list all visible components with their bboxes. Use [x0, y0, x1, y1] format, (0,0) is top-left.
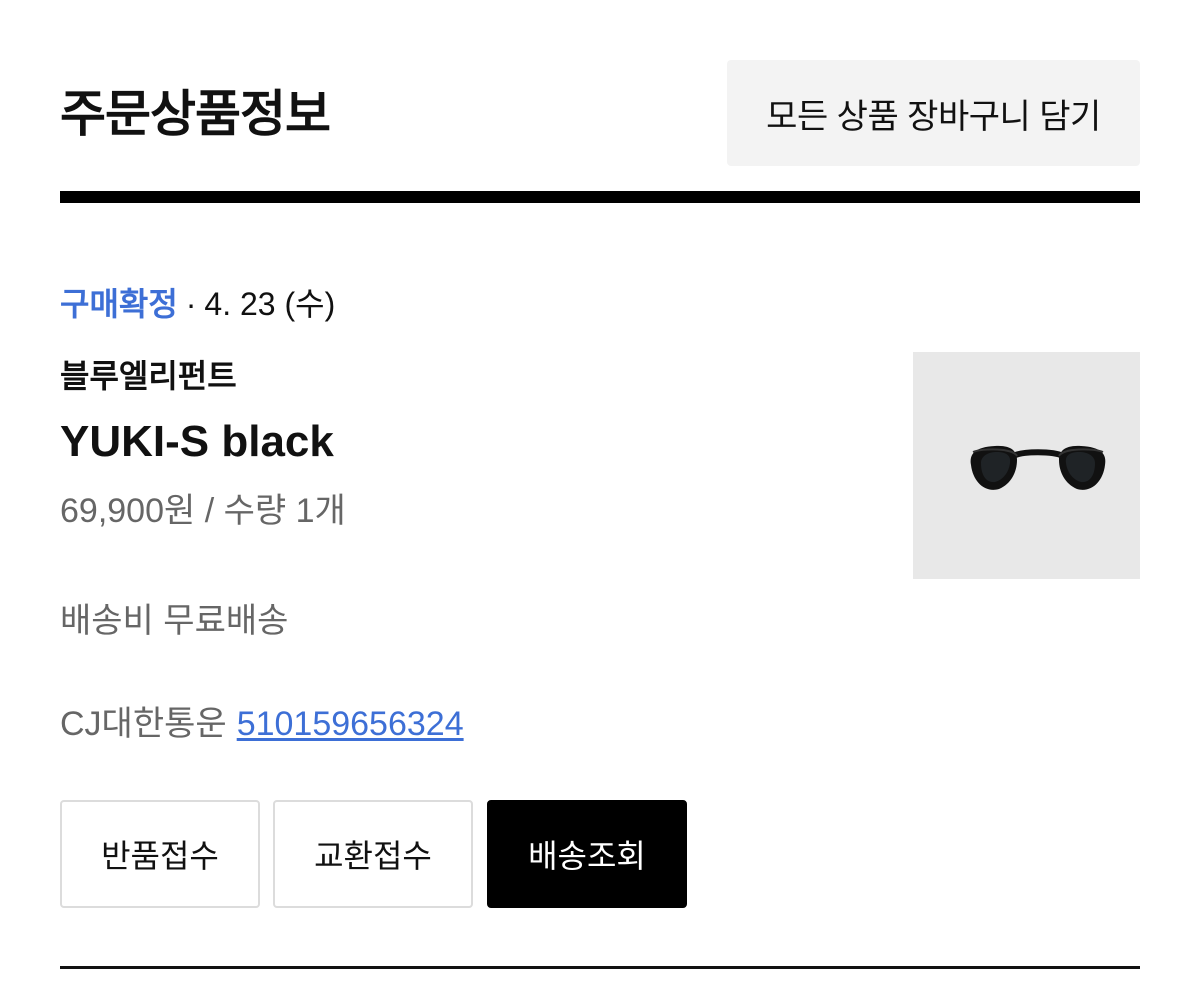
status-badge: 구매확정: [60, 286, 178, 322]
exchange-request-button[interactable]: 교환접수: [273, 800, 473, 908]
return-request-button[interactable]: 반품접수: [60, 800, 260, 908]
tracking-number-link[interactable]: 510159656324: [237, 705, 464, 743]
add-all-to-cart-button[interactable]: 모든 상품 장바구니 담기: [727, 60, 1140, 166]
order-date: 4. 23 (수): [204, 286, 336, 322]
courier-name: CJ대한통운: [60, 705, 227, 743]
order-status-line: 구매확정 · 4. 23 (수): [60, 284, 335, 324]
section-divider: [60, 966, 1140, 969]
product-name[interactable]: YUKI-S black: [60, 416, 334, 468]
page-title: 주문상품정보: [60, 86, 331, 142]
track-delivery-button[interactable]: 배송조회: [487, 800, 687, 908]
price-quantity: 69,900원 / 수량 1개: [60, 492, 346, 530]
brand-name[interactable]: 블루엘리펀트: [60, 356, 237, 396]
courier-info: CJ대한통운 510159656324: [60, 703, 464, 745]
shipping-fee: 배송비 무료배송: [60, 602, 289, 640]
product-thumbnail[interactable]: [913, 352, 1140, 579]
header-divider: [60, 191, 1140, 203]
status-separator: ·: [185, 286, 197, 322]
order-items-header: 주문상품정보 모든 상품 장바구니 담기: [60, 60, 1140, 168]
sunglasses-icon: [970, 445, 1106, 490]
